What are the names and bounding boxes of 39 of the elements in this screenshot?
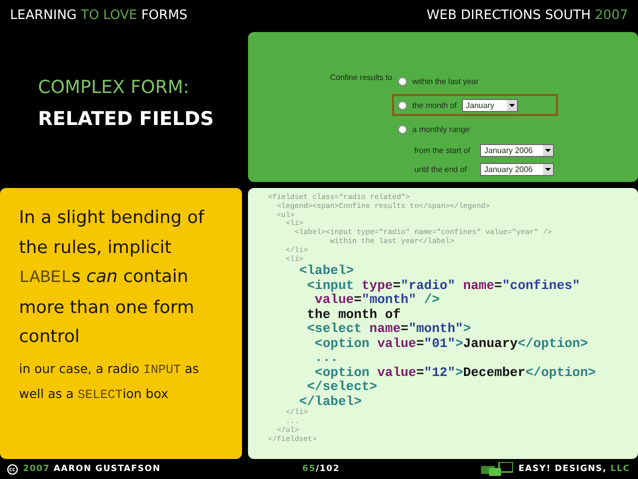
dropdown[interactable]: January — [462, 98, 518, 112]
author-credit: 2007 AARON GUSTAFSON — [23, 464, 161, 474]
slide-title: RELATED FIELDS — [38, 108, 215, 130]
radio-option[interactable]: within the last year — [392, 70, 558, 92]
option-label: the month of — [412, 100, 457, 110]
page-number: 65/102 — [302, 464, 340, 474]
code-line: ... — [314, 351, 340, 366]
field-label: until the end of — [414, 165, 468, 174]
option-label: a monthly range — [412, 124, 470, 134]
note-text: in our case, a radio INPUT as well as a SELECTion box — [19, 360, 200, 404]
code-line: <label> — [298, 264, 355, 279]
creative-commons-icon — [7, 464, 18, 474]
company-name: EASY! DESIGNS, LLC — [518, 464, 630, 474]
code-line: </label> — [299, 394, 363, 409]
highlighted-option[interactable]: the month of January — [392, 94, 558, 116]
code-line: <input type="radio" name="confines" — [306, 278, 582, 294]
code-line: the month of — [306, 308, 402, 322]
caret-icon[interactable] — [543, 145, 554, 156]
radio-button[interactable] — [398, 100, 408, 110]
radio-button[interactable] — [398, 76, 408, 86]
code-line: <select name="month"> — [306, 322, 472, 337]
conference-name: WEB DIRECTIONS SOUTH 2007 — [426, 8, 628, 22]
option-label: within the last year — [412, 76, 479, 86]
code-line: value="month" /> — [314, 293, 441, 308]
dropdown[interactable]: January 2006 — [480, 163, 554, 176]
form-legend: Confine results to — [330, 70, 392, 82]
code-line: <option value="12">December</option> — [314, 366, 597, 380]
dropdown[interactable]: January 2006 — [480, 144, 554, 157]
note-text: In a slight bending of the rules, implicit LABELs can contain more than one form control — [19, 207, 206, 349]
field-label: from the start of — [414, 146, 472, 155]
logo-icon — [481, 462, 514, 476]
radio-option[interactable]: a monthly range — [392, 118, 558, 140]
code-line: </select> — [306, 380, 378, 395]
caret-icon[interactable] — [506, 100, 517, 110]
slide-kicker: COMPLEX FORM: — [38, 76, 190, 98]
caret-icon[interactable] — [543, 164, 554, 175]
radio-button[interactable] — [398, 124, 408, 134]
code-line: <option value="01">January</option> — [314, 336, 589, 352]
presentation-title: LEARNING TO LOVE FORMS — [10, 8, 188, 22]
